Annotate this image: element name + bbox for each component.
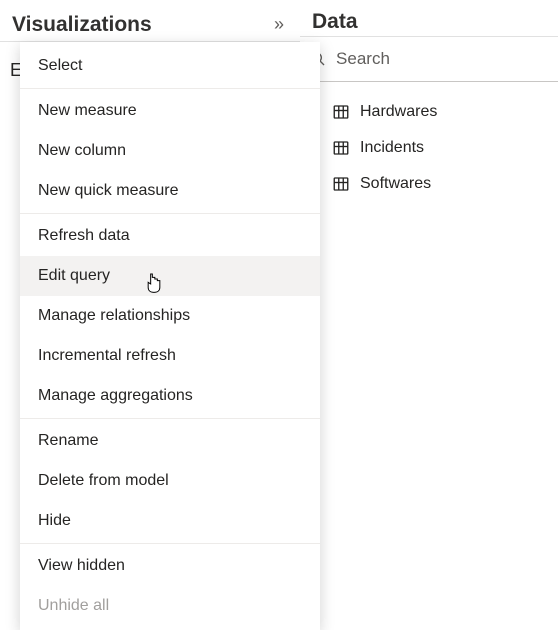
menu-item-manage-relationships[interactable]: Manage relationships: [20, 296, 320, 336]
table-label: Hardwares: [360, 103, 437, 121]
search-input[interactable]: [336, 49, 548, 69]
visualizations-panel-header: Visualizations »: [0, 10, 300, 42]
table-label: Softwares: [360, 175, 431, 193]
menu-item-rename[interactable]: Rename: [20, 421, 320, 461]
menu-separator: [20, 213, 320, 214]
menu-separator: [20, 418, 320, 419]
collapse-right-icon[interactable]: »: [270, 10, 288, 39]
menu-item-new-column[interactable]: New column: [20, 131, 320, 171]
menu-item-unhide-all: Unhide all: [20, 586, 320, 626]
menu-separator: [20, 543, 320, 544]
menu-separator: [20, 88, 320, 89]
search-row[interactable]: [300, 37, 558, 82]
menu-item-delete-from-model[interactable]: Delete from model: [20, 461, 320, 501]
menu-item-new-measure[interactable]: New measure: [20, 91, 320, 131]
data-panel-header: Data: [300, 10, 558, 37]
menu-item-edit-query[interactable]: Edit query: [20, 256, 320, 296]
fields-tree: › Hardwares › Incidents: [300, 82, 558, 214]
visualizations-title: Visualizations: [12, 13, 152, 37]
menu-item-manage-aggregations[interactable]: Manage aggregations: [20, 376, 320, 416]
data-title: Data: [312, 10, 358, 34]
menu-item-refresh-data[interactable]: Refresh data: [20, 216, 320, 256]
table-item-incidents[interactable]: › Incidents: [308, 130, 550, 166]
table-icon: [332, 103, 350, 121]
menu-item-hide[interactable]: Hide: [20, 501, 320, 541]
table-icon: [332, 175, 350, 193]
table-label: Incidents: [360, 139, 424, 157]
menu-item-new-quick-measure[interactable]: New quick measure: [20, 171, 320, 211]
table-item-hardwares[interactable]: › Hardwares: [308, 94, 550, 130]
menu-item-select[interactable]: Select: [20, 46, 320, 86]
menu-item-view-hidden[interactable]: View hidden: [20, 546, 320, 586]
menu-item-incremental-refresh[interactable]: Incremental refresh: [20, 336, 320, 376]
table-item-softwares[interactable]: › Softwares: [308, 166, 550, 202]
data-panel: Data › Hardwares ›: [300, 0, 558, 606]
context-menu: Select New measure New column New quick …: [20, 42, 320, 630]
table-icon: [332, 139, 350, 157]
